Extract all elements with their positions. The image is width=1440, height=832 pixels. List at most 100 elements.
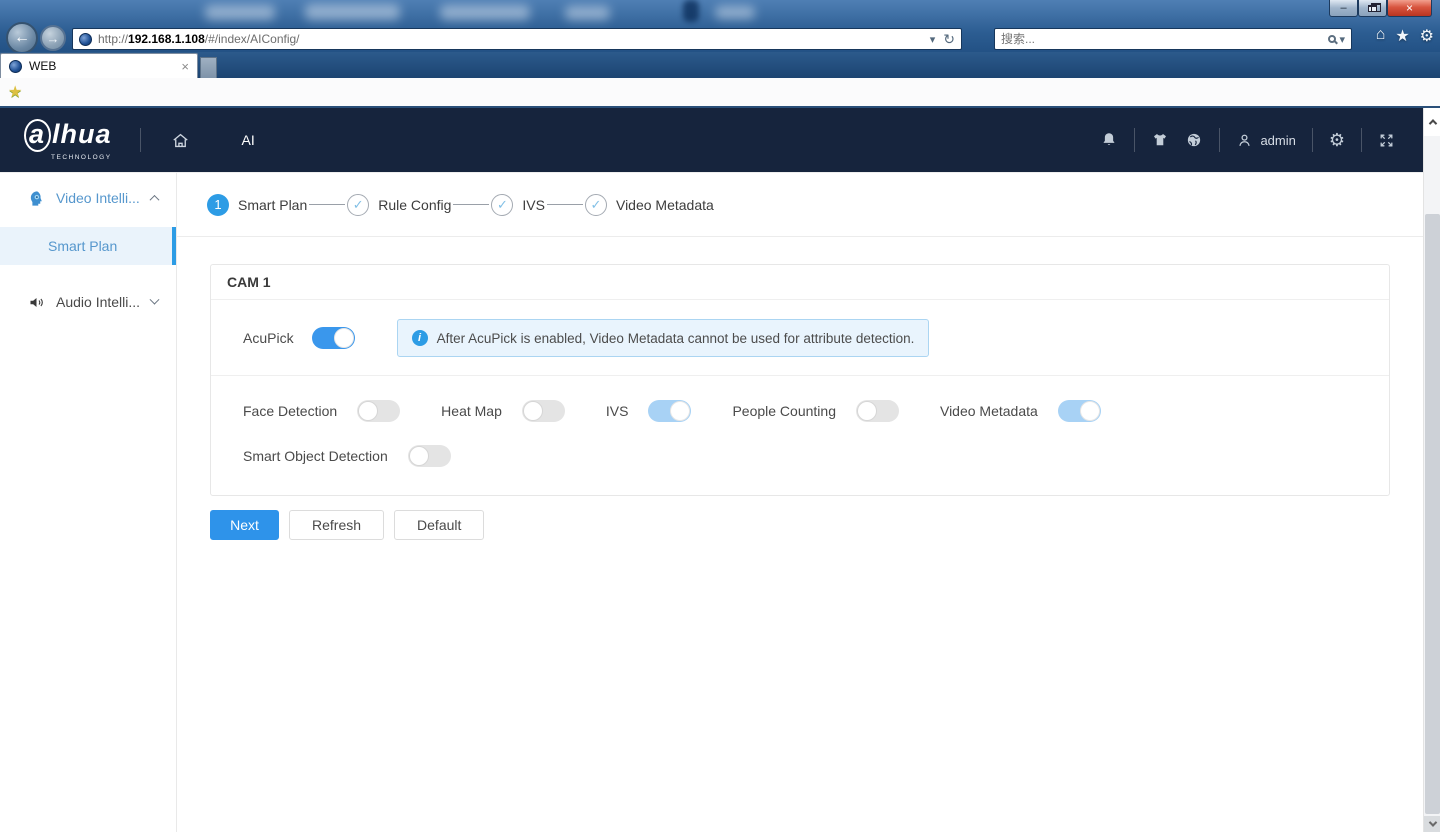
step-connector — [547, 204, 583, 205]
info-message: After AcuPick is enabled, Video Metadata… — [437, 331, 915, 346]
search-box[interactable]: ▾ — [994, 28, 1352, 50]
scrollbar-thumb[interactable] — [1425, 214, 1440, 814]
screen: – × ← → http://192.168.1.108/#/index/AIC… — [0, 0, 1440, 832]
app-home-button[interactable] — [171, 131, 190, 150]
toggle-knob — [670, 401, 690, 421]
browser-tab[interactable]: WEB × — [0, 53, 198, 78]
toggle-item-people-counting: People Counting — [732, 400, 899, 422]
user-icon — [1236, 132, 1253, 149]
app-header: alhua TECHNOLOGY AI — [0, 108, 1423, 172]
browser-navigation-row: ← → http://192.168.1.108/#/index/AIConfi… — [0, 25, 1440, 52]
nav-ai-label: AI — [242, 132, 255, 148]
video-metadata-toggle[interactable] — [1058, 400, 1101, 422]
toggle-item-ivs: IVS — [606, 400, 692, 422]
step-video-metadata[interactable]: ✓ Video Metadata — [585, 194, 714, 216]
browser-titlebar[interactable]: – × — [0, 0, 1440, 25]
blurred-title-text — [565, 6, 610, 20]
people-counting-toggle[interactable] — [856, 400, 899, 422]
url-dropdown-icon[interactable]: ▾ — [930, 33, 936, 46]
header-divider — [1312, 128, 1313, 152]
step-label: Video Metadata — [616, 197, 714, 213]
fullscreen-icon[interactable] — [1378, 132, 1395, 149]
favorites-icon[interactable]: ★ — [1395, 26, 1409, 46]
acupick-toggle[interactable] — [312, 327, 355, 349]
refresh-page-icon[interactable]: ↻ — [943, 31, 955, 48]
sidebar-item-video-intelligence[interactable]: Video Intelli... — [0, 173, 176, 223]
ivs-toggle[interactable] — [648, 400, 691, 422]
toggle-knob — [358, 401, 378, 421]
sidebar-item-audio-intelligence[interactable]: Audio Intelli... — [0, 277, 176, 327]
chevron-down-icon — [150, 294, 160, 304]
add-favorite-icon[interactable]: ★ — [8, 82, 22, 102]
toggles-row: Face Detection Heat Map IVS People Count… — [243, 400, 1373, 422]
language-globe-icon[interactable] — [1185, 131, 1203, 149]
scroll-down-icon — [1428, 818, 1436, 826]
toggle-label: Smart Object Detection — [243, 448, 388, 464]
scrollbar-up-button[interactable] — [1424, 108, 1440, 136]
refresh-button[interactable]: Refresh — [289, 510, 384, 540]
default-button[interactable]: Default — [394, 510, 484, 540]
blurred-title-text — [440, 5, 530, 20]
tab-close-icon[interactable]: × — [181, 59, 189, 74]
blurred-title-text — [683, 0, 699, 22]
toggle-item-heat-map: Heat Map — [441, 400, 565, 422]
search-dropdown-icon[interactable]: ▾ — [1339, 33, 1345, 46]
back-button[interactable]: ← — [6, 22, 38, 54]
close-window-button[interactable]: × — [1387, 0, 1432, 17]
app-home-icon — [171, 131, 190, 150]
tab-title: WEB — [29, 59, 56, 73]
heat-map-toggle[interactable] — [522, 400, 565, 422]
minimize-button[interactable]: – — [1329, 0, 1358, 17]
toggle-label: Heat Map — [441, 403, 502, 419]
action-buttons: Next Refresh Default — [210, 510, 1423, 540]
header-divider — [1361, 128, 1362, 152]
info-icon: i — [412, 330, 428, 346]
username: admin — [1260, 133, 1295, 148]
audio-intelligence-icon — [28, 294, 45, 311]
home-icon[interactable]: ⌂ — [1376, 26, 1386, 46]
toggle-item-smart-object-detection: Smart Object Detection — [243, 445, 451, 467]
check-icon: ✓ — [347, 194, 369, 216]
active-item-indicator — [172, 227, 176, 265]
toggle-label: Video Metadata — [940, 403, 1038, 419]
search-input[interactable] — [1001, 32, 1328, 46]
face-detection-toggle[interactable] — [357, 400, 400, 422]
step-label: Rule Config — [378, 197, 451, 213]
browser-settings-icon[interactable]: ⚙ — [1420, 26, 1434, 46]
nav-tab-ai[interactable]: AI — [242, 132, 255, 148]
toggle-item-face-detection: Face Detection — [243, 400, 400, 422]
toggle-label: People Counting — [732, 403, 836, 419]
step-connector — [309, 204, 345, 205]
smart-object-detection-toggle[interactable] — [408, 445, 451, 467]
restore-icon — [1368, 5, 1377, 12]
sidebar-item-label: Audio Intelli... — [56, 294, 140, 310]
main-content: 1 Smart Plan ✓ Rule Config ✓ IVS ✓ Video… — [177, 172, 1423, 832]
step-label: IVS — [522, 197, 545, 213]
toggle-knob — [409, 446, 429, 466]
step-ivs[interactable]: ✓ IVS — [491, 194, 545, 216]
sidebar: Video Intelli... Smart Plan Audio Intell… — [0, 172, 177, 832]
acupick-info-banner: i After AcuPick is enabled, Video Metada… — [397, 319, 930, 357]
user-menu[interactable]: admin — [1236, 132, 1295, 149]
settings-gear-icon[interactable]: ⚙ — [1329, 131, 1345, 149]
minimize-icon: – — [1340, 3, 1346, 14]
next-button[interactable]: Next — [210, 510, 279, 540]
blurred-title-text — [715, 6, 755, 19]
browser-toolbar-icons: ⌂ ★ ⚙ — [1376, 26, 1434, 46]
sidebar-item-smart-plan[interactable]: Smart Plan — [0, 227, 176, 265]
site-favicon — [79, 33, 92, 46]
toggle-label: Face Detection — [243, 403, 337, 419]
step-rule-config[interactable]: ✓ Rule Config — [347, 194, 451, 216]
step-smart-plan[interactable]: 1 Smart Plan — [207, 194, 307, 216]
theme-skin-icon[interactable] — [1151, 131, 1169, 149]
restore-button[interactable] — [1358, 0, 1387, 17]
search-icon[interactable] — [1328, 35, 1336, 43]
alarm-bell-icon[interactable] — [1100, 131, 1118, 149]
address-bar[interactable]: http://192.168.1.108/#/index/AIConfig/ ▾… — [72, 28, 962, 50]
scrollbar-down-button[interactable] — [1424, 816, 1440, 832]
page-scrollbar[interactable] — [1423, 108, 1440, 832]
video-intelligence-icon — [28, 190, 45, 207]
forward-button[interactable]: → — [40, 25, 66, 51]
new-tab-stub[interactable] — [200, 57, 217, 78]
header-divider — [140, 128, 141, 152]
